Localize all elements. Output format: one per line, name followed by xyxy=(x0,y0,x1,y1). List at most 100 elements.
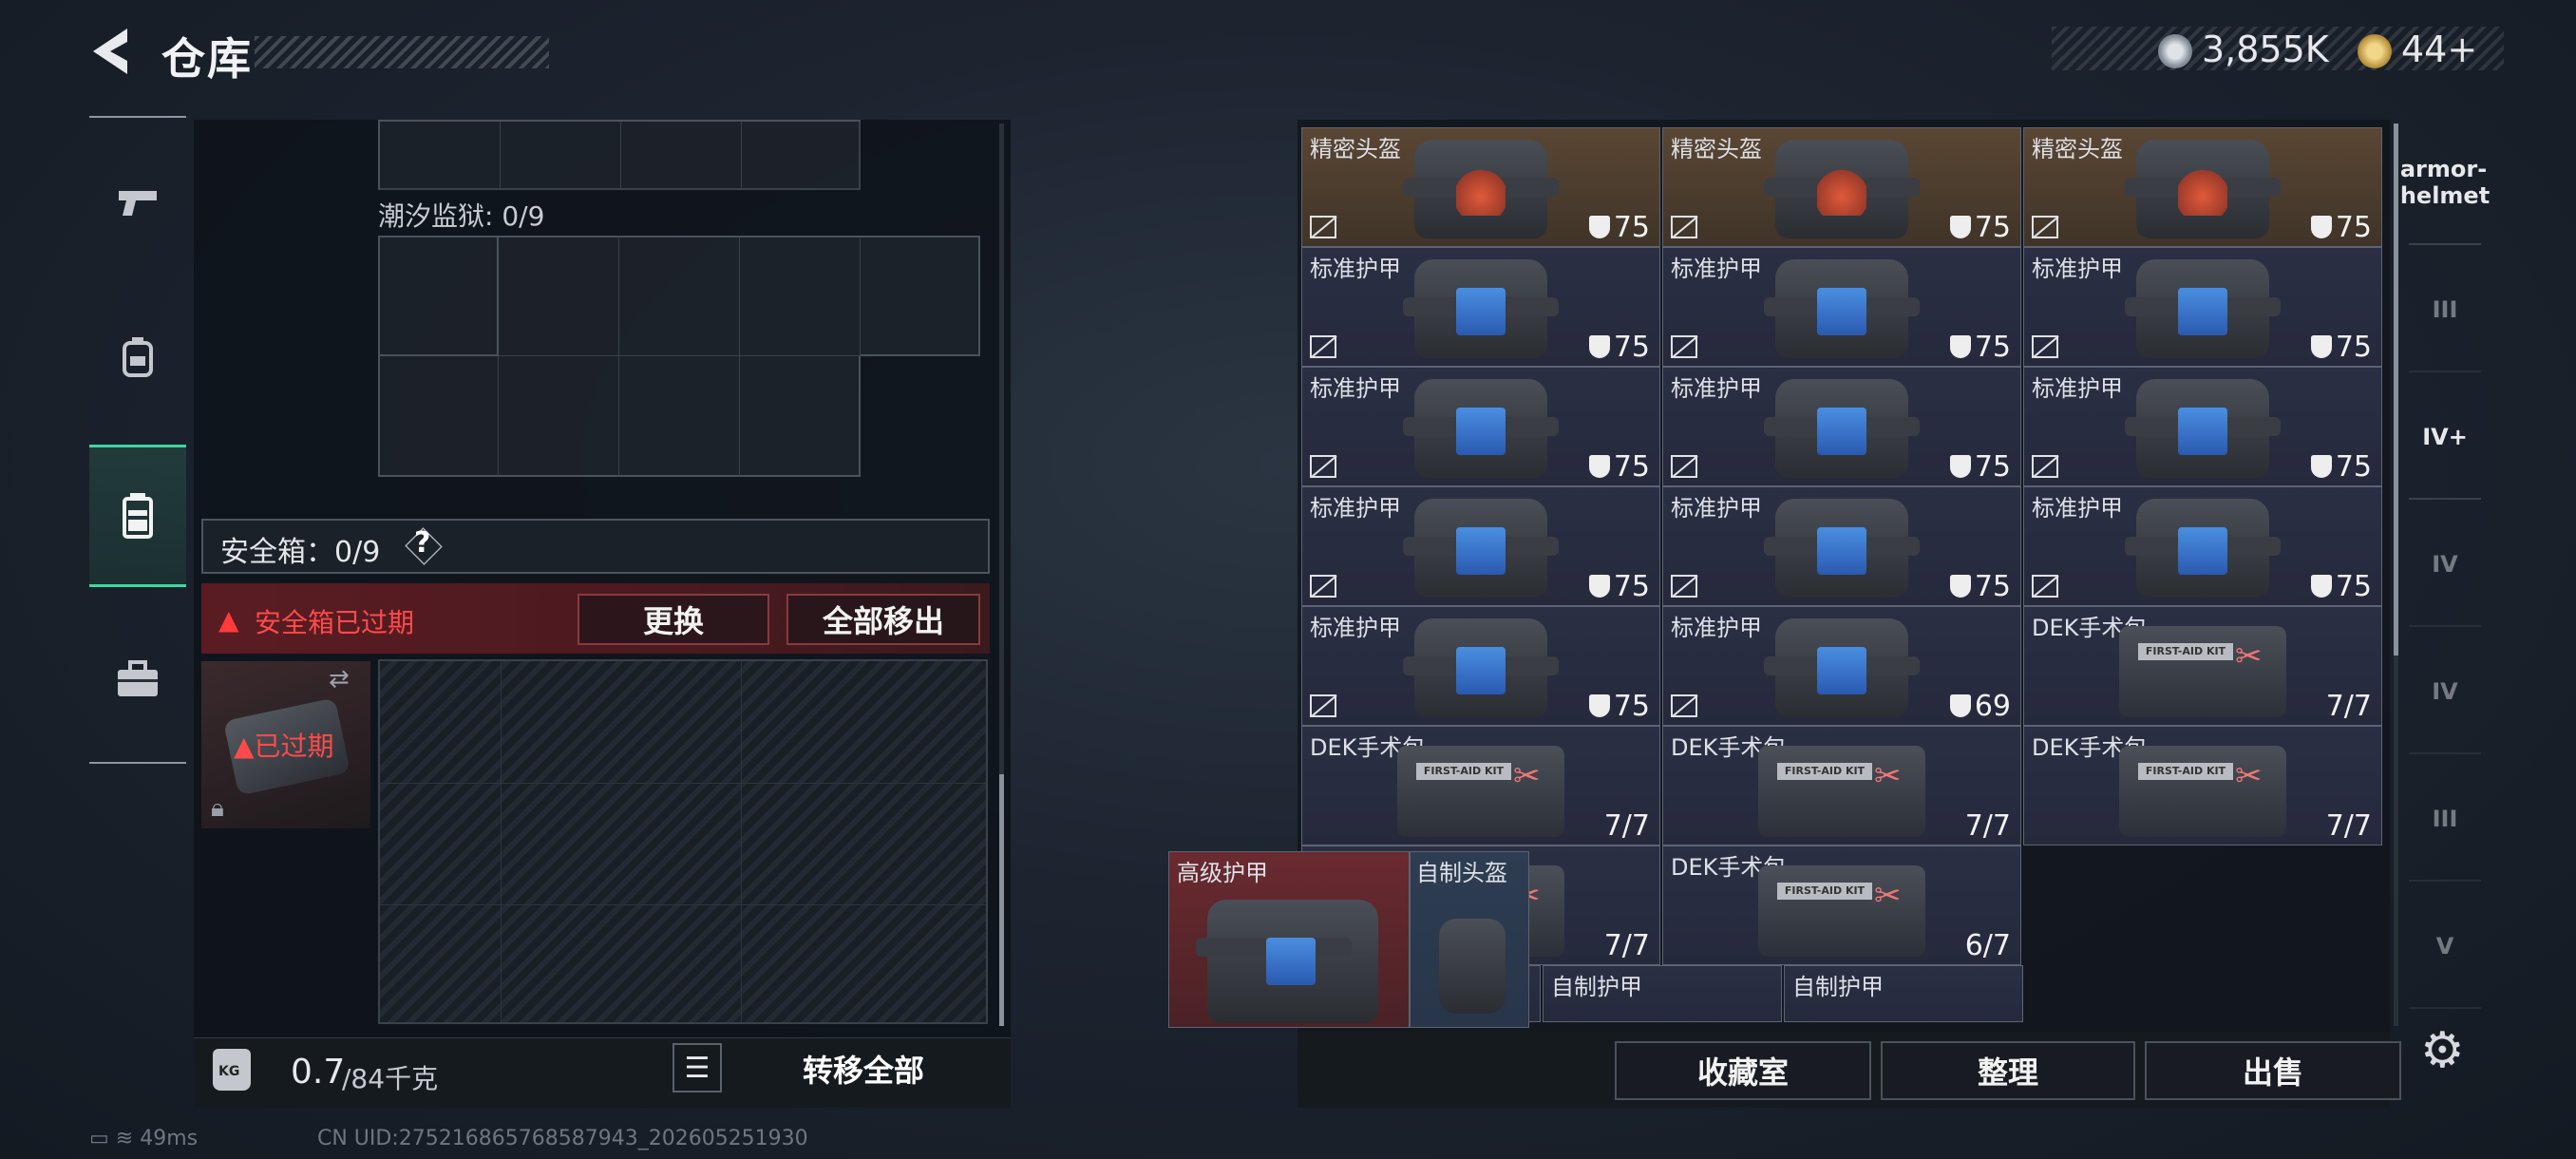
helmet-image xyxy=(1764,140,1920,238)
nav-backpack[interactable] xyxy=(89,285,186,428)
item-name: 标准护甲 xyxy=(2032,495,2123,522)
briefcase-icon xyxy=(118,660,158,696)
inventory-tile[interactable]: 标准护甲 75 xyxy=(2023,486,2382,606)
inventory-tile[interactable]: 标准护甲 75 xyxy=(2023,247,2382,367)
shield-icon xyxy=(1949,216,1971,238)
nav-safebox[interactable] xyxy=(89,445,186,587)
armor-image xyxy=(1403,618,1559,717)
help-question-mark[interactable]: ? xyxy=(414,526,430,560)
armor-image xyxy=(2125,379,2281,478)
inventory-tile[interactable]: 自制护甲 xyxy=(1784,965,2023,1022)
helmet-image xyxy=(2125,140,2281,238)
sort-button[interactable]: 整理 xyxy=(1881,1041,2135,1100)
shield-icon xyxy=(1588,216,1610,238)
item-value-text: 75 xyxy=(1613,690,1650,723)
inventory-tile[interactable]: 标准护甲 69 xyxy=(1662,606,2021,726)
filter-3[interactable]: IV xyxy=(2409,504,2481,627)
inventory-tile[interactable]: 精密头盔 75 xyxy=(1662,127,2021,247)
no-trade-icon xyxy=(1310,455,1336,478)
weight-max: /84千克 xyxy=(342,1063,439,1094)
no-trade-icon xyxy=(1671,455,1697,478)
replace-button[interactable]: 更换 xyxy=(578,594,769,645)
inventory-tile[interactable]: DEK手术包 FIRST-AID KIT ✂ 6/7 xyxy=(1662,846,2021,965)
item-value-text: 7/7 xyxy=(2325,809,2372,843)
warning-icon: ▲ xyxy=(218,604,239,636)
page-title: 仓库 xyxy=(161,33,253,85)
item-value: 75 xyxy=(1588,690,1650,723)
gear-icon[interactable]: ⚙ xyxy=(2420,1022,2465,1079)
item-value: 7/7 xyxy=(2326,690,2372,723)
tier-equipment-icon: IV+ xyxy=(2422,424,2468,450)
gold-amount[interactable]: 44+ xyxy=(2401,28,2477,70)
shield-icon xyxy=(2310,455,2332,478)
sell-button[interactable]: 出售 xyxy=(2145,1041,2401,1100)
armor-image xyxy=(1764,618,1920,717)
armor-image xyxy=(2125,499,2281,598)
filter-0[interactable]: armor-helmet xyxy=(2400,122,2490,245)
helmet-image xyxy=(1403,140,1559,238)
storage-grid-top[interactable] xyxy=(378,120,861,190)
item-value-text: 75 xyxy=(1613,450,1650,484)
item-value-text: 75 xyxy=(1613,331,1650,364)
tile-advanced-armor[interactable]: 高级护甲 xyxy=(1168,851,1410,1028)
armor-image xyxy=(1764,379,1920,478)
inventory-tile[interactable]: 标准护甲 75 xyxy=(1301,606,1660,726)
tide-prison-grid[interactable] xyxy=(378,236,982,479)
filter-5[interactable]: III xyxy=(2409,758,2481,882)
item-name: 标准护甲 xyxy=(1671,495,1762,522)
nav-weapon[interactable] xyxy=(89,131,186,274)
tile-homemade-helmet[interactable]: 自制头盔 xyxy=(1410,851,1529,1028)
shield-icon xyxy=(1588,455,1610,478)
right-filter-nav: armor-helmet III IV+ IV IV III V xyxy=(2400,122,2490,1015)
shield-icon xyxy=(1588,694,1610,717)
no-trade-icon xyxy=(1671,575,1697,598)
item-value: 69 xyxy=(1949,690,2011,723)
weight-kg-icon: KG xyxy=(213,1049,251,1091)
medkit-image: FIRST-AID KIT✂ xyxy=(2119,746,2286,837)
filter-4[interactable]: IV xyxy=(2409,631,2481,754)
tier-equipment-icon: IV xyxy=(2432,551,2458,578)
no-trade-icon xyxy=(1310,575,1336,598)
filter-6[interactable]: V xyxy=(2409,885,2481,1009)
inventory-tile[interactable]: DEK手术包FIRST-AID KIT✂7/7 xyxy=(2023,606,2382,726)
storage-scroll-thumb[interactable] xyxy=(999,774,1004,1026)
item-value-text: 75 xyxy=(2335,211,2372,244)
armor-image xyxy=(1403,379,1559,478)
inventory-tile[interactable]: 标准护甲 75 xyxy=(1301,247,1660,367)
no-trade-icon xyxy=(2032,575,2058,598)
item-value: 75 xyxy=(1949,331,2011,364)
filter-2[interactable]: IV+ xyxy=(2409,376,2481,500)
list-view-button[interactable]: ☰ xyxy=(672,1043,722,1092)
item-name: 标准护甲 xyxy=(2032,256,2123,282)
move-all-out-button[interactable]: 全部移出 xyxy=(786,594,980,645)
item-name: 标准护甲 xyxy=(1310,495,1401,522)
transfer-all-button[interactable]: 转移全部 xyxy=(735,1039,992,1098)
item-name: 标准护甲 xyxy=(2032,375,2123,402)
item-value: 75 xyxy=(2310,331,2372,364)
item-value: 75 xyxy=(1588,450,1650,484)
gold-coin-icon xyxy=(2358,34,2392,68)
inventory-tile[interactable]: DEK手术包FIRST-AID KIT✂7/7 xyxy=(1662,726,2021,846)
collection-room-button[interactable]: 收藏室 xyxy=(1615,1041,1871,1100)
back-arrow-icon[interactable] xyxy=(84,23,141,80)
item-value: 75 xyxy=(1588,331,1650,364)
item-value-text: 69 xyxy=(1974,690,2011,723)
silver-amount: 3,855K xyxy=(2202,28,2329,70)
inventory-scroll-thumb[interactable] xyxy=(2394,124,2398,656)
shield-icon xyxy=(1588,335,1610,358)
inventory-tile[interactable]: 标准护甲 75 xyxy=(1662,247,2021,367)
inventory-tile[interactable]: 标准护甲 75 xyxy=(1301,486,1660,606)
inventory-tile[interactable]: 标准护甲 75 xyxy=(1662,486,2021,606)
case-expired-label: ▲已过期 xyxy=(234,731,334,762)
nav-briefcase[interactable] xyxy=(89,608,186,750)
inventory-tile[interactable]: DEK手术包FIRST-AID KIT✂7/7 xyxy=(2023,726,2382,846)
filter-1[interactable]: III xyxy=(2409,249,2481,372)
inventory-tile[interactable]: 精密头盔 75 xyxy=(2023,127,2382,247)
inventory-tile[interactable]: 标准护甲 75 xyxy=(1662,367,2021,486)
inventory-tile[interactable]: 精密头盔 75 xyxy=(1301,127,1660,247)
inventory-tile[interactable]: 标准护甲 75 xyxy=(1301,367,1660,486)
inventory-tile[interactable]: 标准护甲 75 xyxy=(2023,367,2382,486)
item-value-text: 7/7 xyxy=(2325,690,2372,723)
inventory-tile[interactable]: 自制护甲 xyxy=(1543,965,1782,1022)
inventory-tile[interactable]: DEK手术包FIRST-AID KIT✂7/7 xyxy=(1301,726,1660,846)
